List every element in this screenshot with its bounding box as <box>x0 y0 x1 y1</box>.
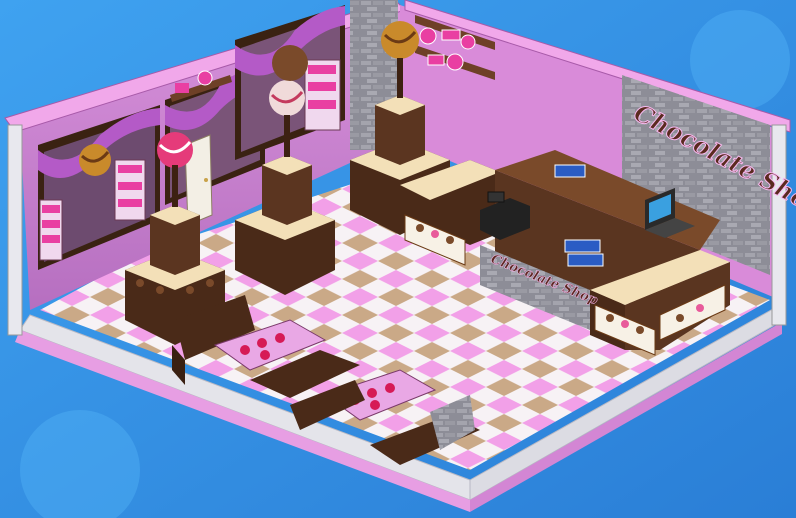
wall-shelf-left[interactable] <box>39 199 63 261</box>
wall-shelf-tall[interactable] <box>304 59 341 131</box>
truffle-ball <box>381 21 419 59</box>
wall-shelf-window[interactable] <box>114 159 146 221</box>
truffle-ball <box>157 132 193 168</box>
right-corner-post <box>771 124 787 326</box>
chocolate-shop-room: Chocolate Shop Chocolate Shop <box>0 0 796 518</box>
truffle-window-left <box>79 144 111 176</box>
truffle-ball <box>272 45 308 81</box>
left-corner-post <box>7 124 23 336</box>
